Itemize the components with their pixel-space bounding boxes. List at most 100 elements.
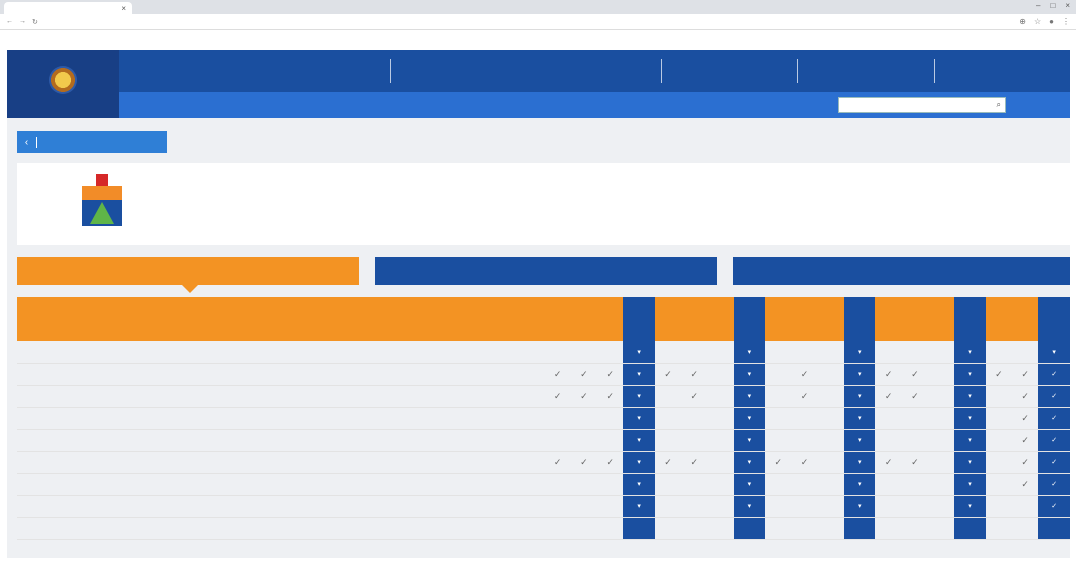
chevron-down-icon[interactable]: ▾ [1038,341,1070,364]
row-name [33,385,545,408]
forward-icon[interactable]: → [19,18,26,25]
table-cell [928,341,955,364]
chevron-down-icon[interactable]: ▾ [733,473,766,496]
search-input[interactable]: ⌕ [838,97,1006,113]
chevron-down-icon[interactable]: ▾ [733,429,766,452]
table-cell[interactable] [1038,517,1070,540]
chevron-down-icon[interactable]: ▾ [843,407,876,430]
chevron-down-icon[interactable]: ▾ [954,473,986,496]
chevron-down-icon[interactable]: ▾ [954,385,986,408]
header-column [875,297,902,341]
site-header: ⌕ [7,50,1070,118]
chevron-down-icon[interactable]: ▾ [843,473,876,496]
search-icon[interactable]: ⌕ [997,100,1001,110]
table-row[interactable]: ▾ ▾ ▾ ▾ ✓ [17,495,1070,518]
table-row[interactable]: ▾ ▾ ▾ ▾ ✓ ✓ [17,473,1070,496]
header-column [597,297,624,341]
row-name [33,495,545,518]
table-cell[interactable] [733,517,766,540]
table-cell [654,429,682,452]
check-icon[interactable]: ✓ [1038,473,1070,496]
chevron-down-icon[interactable]: ▾ [623,341,655,364]
zoom-icon[interactable]: ⊕ [1019,17,1026,26]
minimize-icon[interactable]: – [1036,1,1040,10]
table-row[interactable]: ✓ ✓ ✓ ▾ ✓ ✓ ▾ ✓ ✓ ▾ ✓ ✓ ▾ ✓ ✓ [17,451,1070,474]
check-icon: ✓ [570,363,598,386]
table-cell [707,473,734,496]
table-cell[interactable] [843,517,876,540]
tab[interactable] [375,257,717,285]
table-cell[interactable] [623,517,655,540]
table-cell [765,495,792,518]
star-icon[interactable]: ☆ [1034,17,1041,26]
chevron-down-icon[interactable]: ▾ [733,341,766,364]
chevron-down-icon[interactable]: ▾ [733,407,766,430]
chevron-down-icon[interactable]: ▾ [954,451,986,474]
table-cell [654,495,682,518]
profile-icon[interactable]: ● [1049,17,1054,26]
chevron-down-icon[interactable]: ▾ [954,407,986,430]
table-row[interactable] [17,517,1070,540]
header-button[interactable] [1014,97,1034,113]
table-cell [681,429,708,452]
check-icon[interactable]: ✓ [1038,407,1070,430]
site-logo[interactable] [7,50,119,118]
chevron-down-icon[interactable]: ▾ [954,429,986,452]
chevron-down-icon[interactable]: ▾ [623,473,655,496]
chevron-down-icon[interactable]: ▾ [733,363,766,386]
chevron-down-icon[interactable]: ▾ [843,363,876,386]
table-cell [597,517,624,540]
chevron-down-icon[interactable]: ▾ [954,363,986,386]
chevron-down-icon[interactable]: ▾ [623,451,655,474]
chevron-down-icon[interactable]: ▾ [623,429,655,452]
row-index [17,407,34,430]
back-button[interactable]: ‹ [17,131,167,153]
table-row[interactable]: ✓ ✓ ✓ ▾ ✓ ✓ ▾ ✓ ▾ ✓ ✓ ▾ ✓ ✓ ✓ [17,363,1070,386]
table-cell [765,363,792,386]
menu-icon[interactable]: ⋮ [1062,17,1070,26]
chevron-down-icon[interactable]: ▾ [733,451,766,474]
table-cell [681,517,708,540]
table-row[interactable]: ▾ ▾ ▾ ▾ ✓ ✓ [17,407,1070,430]
table-row[interactable]: ✓ ✓ ✓ ▾ ✓ ▾ ✓ ▾ ✓ ✓ ▾ ✓ ✓ [17,385,1070,408]
check-icon[interactable]: ✓ [1038,495,1070,518]
table-cell [707,495,734,518]
chevron-down-icon[interactable]: ▾ [623,363,655,386]
table-cell [1012,495,1039,518]
chevron-down-icon[interactable]: ▾ [843,495,876,518]
back-icon[interactable]: ← [6,18,13,25]
table-cell [765,473,792,496]
table-cell [928,385,955,408]
header-button[interactable] [1042,97,1062,113]
chevron-down-icon[interactable]: ▾ [733,385,766,408]
tab[interactable] [733,257,1070,285]
check-icon: ✓ [901,363,929,386]
chevron-down-icon[interactable]: ▾ [843,341,876,364]
chevron-down-icon[interactable]: ▾ [733,495,766,518]
table-row[interactable]: ▾ ▾ ▾ ▾ ▾ [17,341,1070,364]
browser-tab[interactable]: × [4,2,132,14]
chevron-down-icon[interactable]: ▾ [623,385,655,408]
chevron-down-icon[interactable]: ▾ [843,451,876,474]
check-icon[interactable]: ✓ [1038,385,1070,408]
chevron-down-icon[interactable]: ▾ [954,341,986,364]
check-icon[interactable]: ✓ [1038,451,1070,474]
chevron-down-icon[interactable]: ▾ [623,407,655,430]
check-icon[interactable]: ✓ [1038,429,1070,452]
table-row[interactable]: ▾ ▾ ▾ ▾ ✓ ✓ [17,429,1070,452]
check-icon[interactable]: ✓ [1038,363,1070,386]
reload-icon[interactable]: ↻ [32,18,38,26]
chevron-down-icon[interactable]: ▾ [623,495,655,518]
chevron-down-icon[interactable]: ▾ [843,429,876,452]
table-cell [597,495,624,518]
chevron-down-icon[interactable]: ▾ [843,385,876,408]
close-tab-icon[interactable]: × [121,4,126,13]
table-cell [597,473,624,496]
close-window-icon[interactable]: × [1065,1,1070,10]
table-cell [681,407,708,430]
table-cell[interactable] [954,517,986,540]
table-cell [707,429,734,452]
maximize-icon[interactable]: □ [1050,1,1055,10]
chevron-down-icon[interactable]: ▾ [954,495,986,518]
tab-active[interactable] [17,257,359,293]
